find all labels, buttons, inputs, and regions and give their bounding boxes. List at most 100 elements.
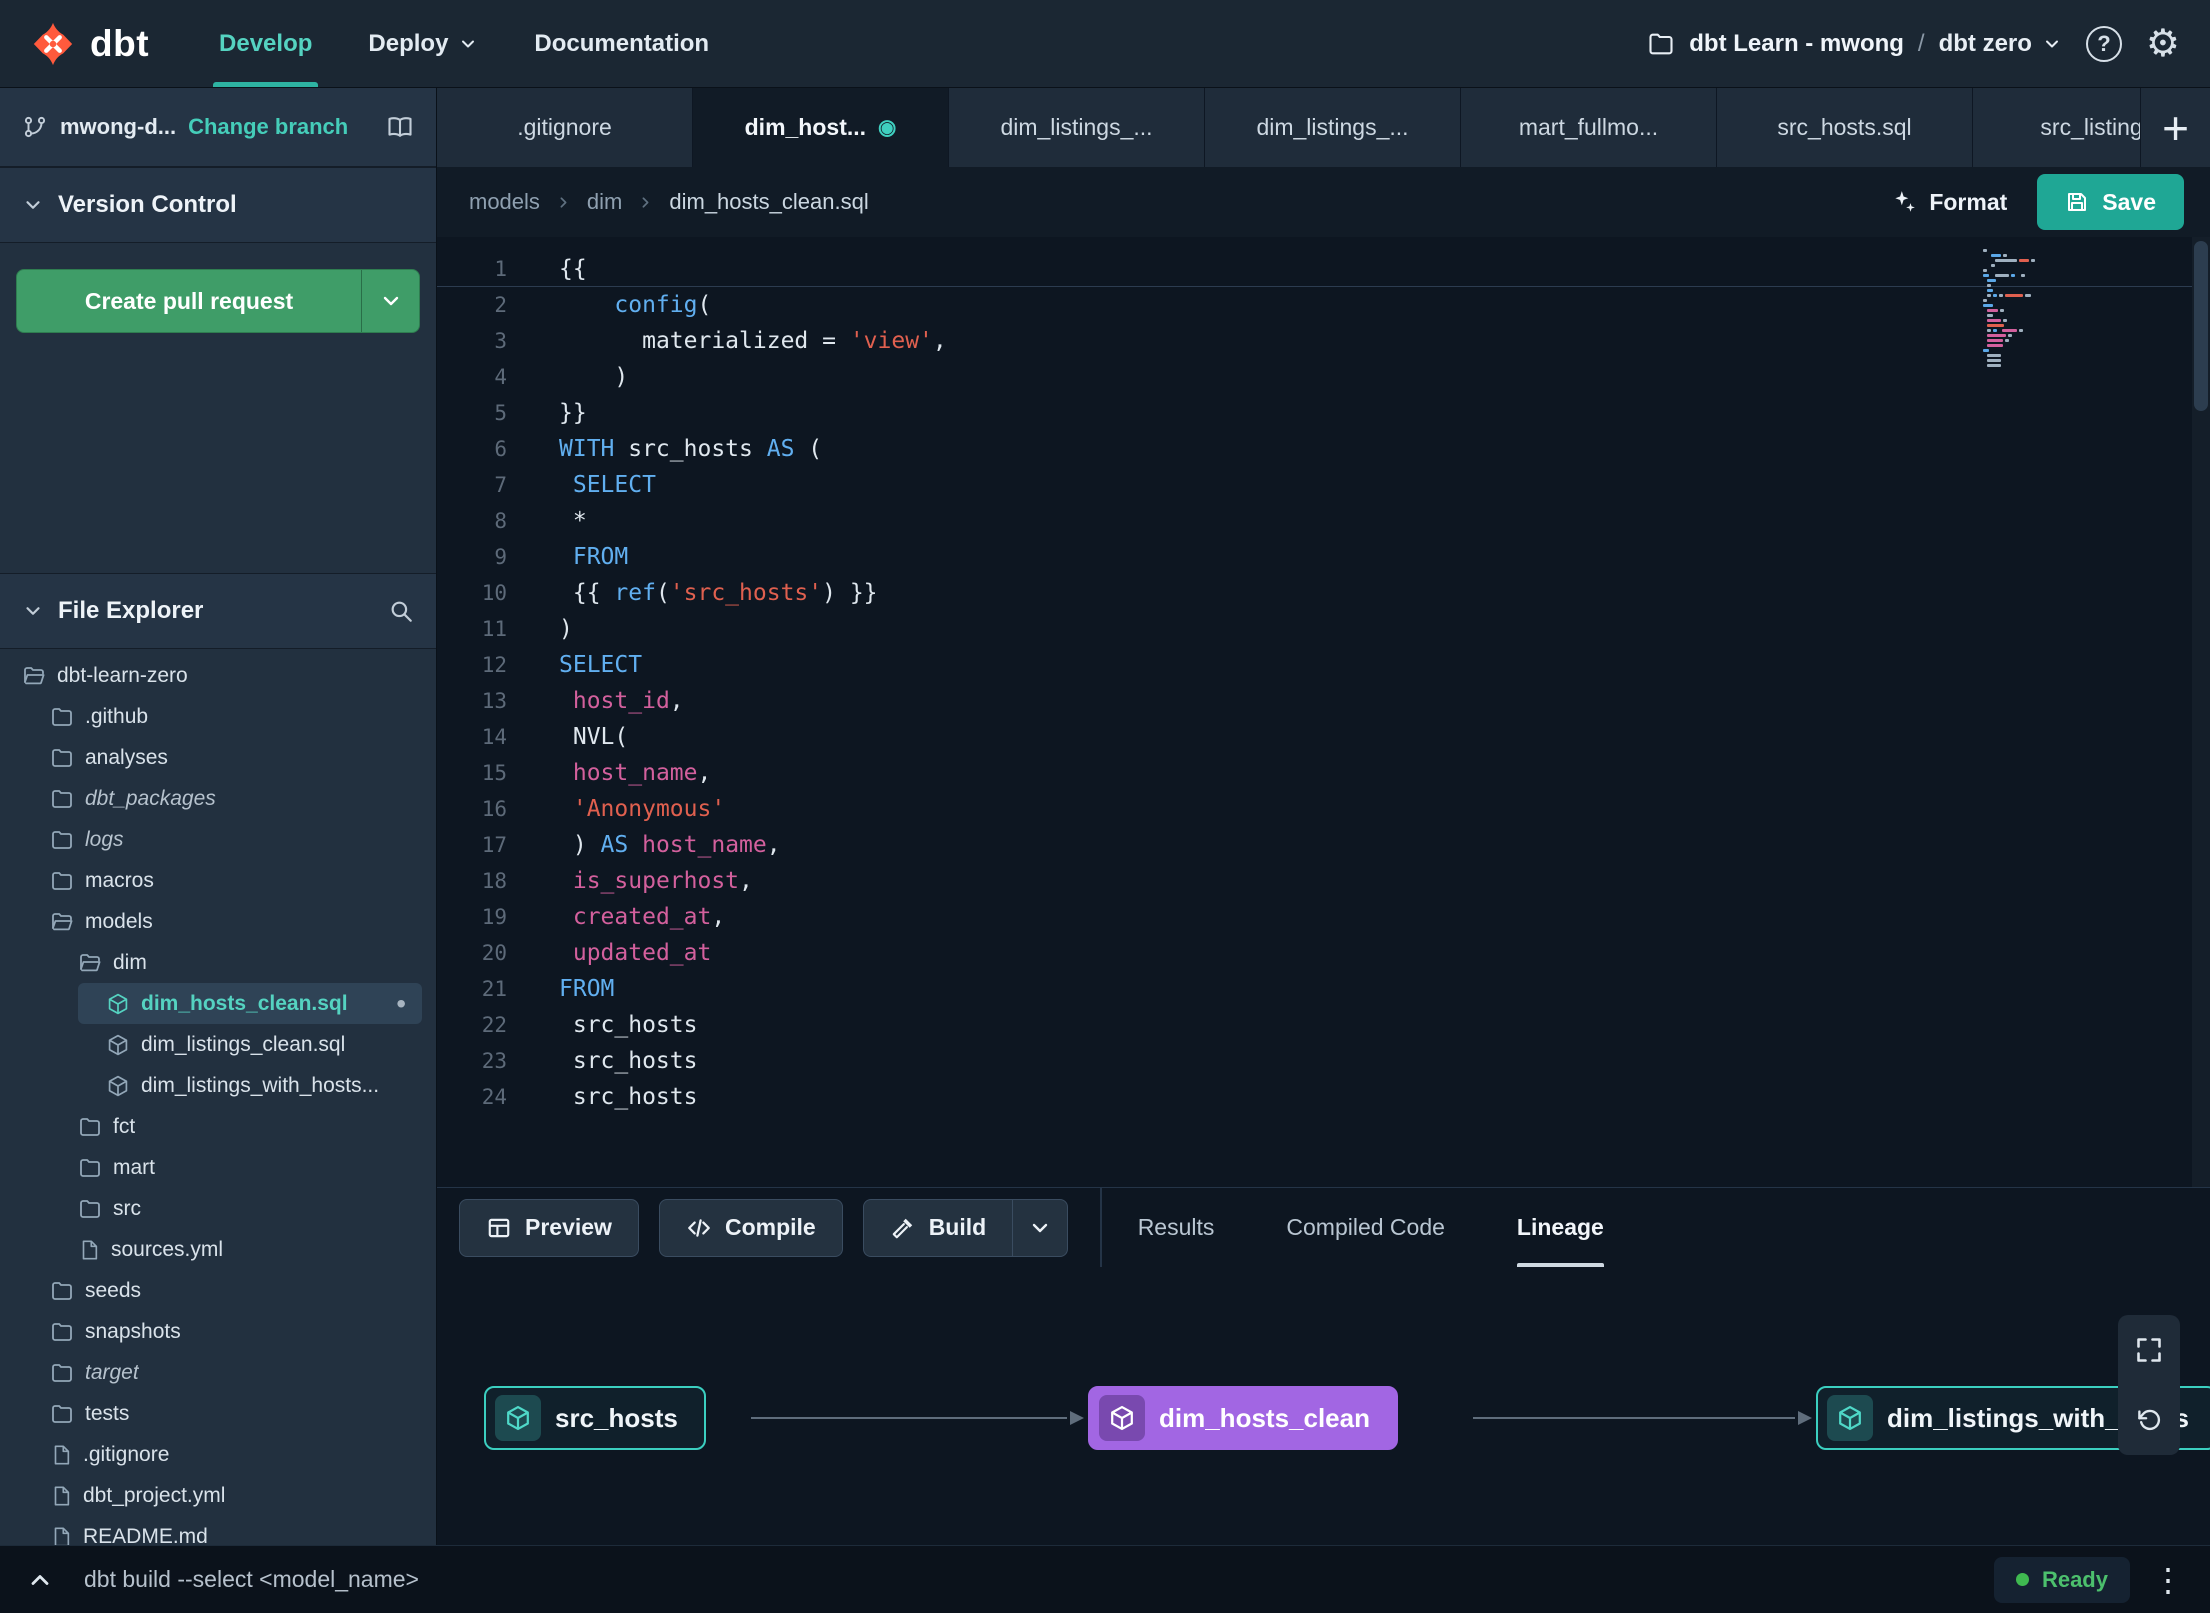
file-tree-item[interactable]: dbt_packages (0, 778, 436, 819)
build-button[interactable]: Build (862, 1198, 1013, 1257)
reset-view-icon[interactable] (2118, 1389, 2180, 1451)
logo-text: dbt (90, 22, 150, 64)
project-name[interactable]: dbt zero (1939, 30, 2062, 58)
code-line[interactable]: 19 created_at, (437, 899, 2210, 935)
project-selector[interactable]: dbt Learn - mwong / dbt zero (1647, 30, 2062, 58)
code-line[interactable]: 20 updated_at (437, 935, 2210, 971)
help-icon[interactable]: ? (2085, 25, 2122, 62)
file-tree-item[interactable]: seeds (0, 1270, 436, 1311)
nav-deploy[interactable]: Deploy (368, 0, 478, 87)
editor-tab[interactable]: src_hosts.sql (1717, 88, 1973, 167)
main-nav: Develop Deploy Documentation (213, 0, 709, 87)
compile-button[interactable]: Compile (658, 1198, 843, 1257)
new-tab-button[interactable]: + (2140, 88, 2210, 167)
lineage-node-src-hosts[interactable]: src_hosts (484, 1386, 706, 1450)
tab-results[interactable]: Results (1138, 1188, 1215, 1267)
code-line[interactable]: 24 src_hosts (437, 1079, 2210, 1115)
file-icon (50, 1526, 72, 1545)
file-explorer-header[interactable]: File Explorer (0, 573, 436, 649)
save-button[interactable]: Save (2037, 174, 2184, 230)
breadcrumb-models[interactable]: models (469, 189, 540, 215)
editor-scrollbar[interactable] (2192, 237, 2210, 1187)
file-tree-item[interactable]: dim_listings_clean.sql (0, 1024, 436, 1065)
minimap[interactable] (1983, 249, 2043, 369)
nav-develop[interactable]: Develop (213, 0, 319, 87)
file-tree-item[interactable]: models (0, 901, 436, 942)
editor-tab[interactable]: mart_fullmo... (1461, 88, 1717, 167)
sparkles-icon (1891, 189, 1917, 215)
code-line[interactable]: 18 is_superhost, (437, 863, 2210, 899)
change-branch-link[interactable]: Change branch (188, 114, 348, 140)
tab-compiled-code[interactable]: Compiled Code (1286, 1188, 1445, 1267)
code-line[interactable]: 5}} (437, 395, 2210, 431)
book-icon[interactable] (386, 113, 414, 141)
chevron-up-icon[interactable] (26, 1566, 54, 1594)
code-line[interactable]: 3 materialized = 'view', (437, 323, 2210, 359)
file-tree-item[interactable]: analyses (0, 737, 436, 778)
file-tree-item[interactable]: dim_hosts_clean.sql • (78, 983, 422, 1024)
code-line[interactable]: 16 'Anonymous' (437, 791, 2210, 827)
file-tree-item[interactable]: dbt-learn-zero (0, 655, 436, 696)
code-line[interactable]: 17 ) AS host_name, (437, 827, 2210, 863)
file-tree-item[interactable]: mart (0, 1147, 436, 1188)
breadcrumb-dim[interactable]: dim (587, 189, 622, 215)
file-tree-item[interactable]: sources.yml (0, 1229, 436, 1270)
save-icon (2065, 190, 2089, 214)
tab-label: dim_listings_... (1256, 114, 1409, 140)
file-tree-item[interactable]: dim (0, 942, 436, 983)
create-pr-button[interactable]: Create pull request (17, 270, 361, 332)
editor-tab[interactable]: dim_host... ◉ (693, 88, 949, 167)
file-tree-item[interactable]: target (0, 1352, 436, 1393)
editor-tab[interactable]: dim_listings_... (949, 88, 1205, 167)
file-tree-item[interactable]: README.md (0, 1516, 436, 1545)
file-tree-item[interactable]: fct (0, 1106, 436, 1147)
file-tree-item[interactable]: snapshots (0, 1311, 436, 1352)
code-line[interactable]: 14 NVL( (437, 719, 2210, 755)
code-line[interactable]: 7 SELECT (437, 467, 2210, 503)
fullscreen-icon[interactable] (2118, 1319, 2180, 1381)
file-tree-item[interactable]: tests (0, 1393, 436, 1434)
build-options-button[interactable] (1012, 1198, 1069, 1257)
tab-lineage[interactable]: Lineage (1516, 1188, 1604, 1267)
code-line[interactable]: 8 * (437, 503, 2210, 539)
code-line[interactable]: 4 ) (437, 359, 2210, 395)
code-line[interactable]: 6 WITH src_hosts AS ( (437, 431, 2210, 467)
code-line[interactable]: 21 FROM (437, 971, 2210, 1007)
kebab-menu-icon[interactable]: ⋮ (2152, 1564, 2184, 1596)
file-tree-item[interactable]: dim_listings_with_hosts... (0, 1065, 436, 1106)
lineage-node-dim-hosts-clean[interactable]: dim_hosts_clean (1088, 1386, 1398, 1450)
file-tree-item[interactable]: src (0, 1188, 436, 1229)
code-line[interactable]: 10 {{ ref('src_hosts') }} (437, 575, 2210, 611)
code-line[interactable]: 13 host_id, (437, 683, 2210, 719)
code-line[interactable]: 11) (437, 611, 2210, 647)
file-tree-item[interactable]: logs (0, 819, 436, 860)
git-branch-icon (22, 114, 48, 140)
preview-button[interactable]: Preview (459, 1198, 639, 1257)
editor-tab[interactable]: dim_listings_... (1205, 88, 1461, 167)
file-tree-item[interactable]: .gitignore (0, 1434, 436, 1475)
gear-icon[interactable]: ⚙ (2146, 25, 2180, 63)
command-input[interactable]: dbt build --select <model_name> (84, 1566, 419, 1593)
file-name: dbt_project.yml (83, 1483, 226, 1507)
search-icon[interactable] (388, 598, 414, 624)
line-number: 3 (494, 329, 507, 353)
code-line[interactable]: 22 src_hosts (437, 1007, 2210, 1043)
version-control-header[interactable]: Version Control (0, 167, 436, 243)
file-tree-item[interactable]: dbt_project.yml (0, 1475, 436, 1516)
code-line[interactable]: 2 config( (437, 287, 2210, 323)
file-tree-item[interactable]: .github (0, 696, 436, 737)
create-pr-options-button[interactable] (361, 270, 419, 332)
code-line[interactable]: 23 src_hosts (437, 1043, 2210, 1079)
file-tree-item[interactable]: macros (0, 860, 436, 901)
code-editor[interactable]: 1{{2 config(3 materialized = 'view', 4 ) 5… (437, 237, 2210, 1187)
code-line[interactable]: 9 FROM (437, 539, 2210, 575)
code-line[interactable]: 1{{ (437, 251, 2210, 287)
lineage-panel[interactable]: src_hosts dim_hosts_clean dim_listings_w… (437, 1267, 2210, 1545)
format-button[interactable]: Format (1891, 189, 2007, 216)
editor-tab[interactable]: .gitignore (437, 88, 693, 167)
modified-dot-icon: • (396, 987, 406, 1019)
chevron-down-icon (2042, 34, 2062, 54)
code-line[interactable]: 12 SELECT (437, 647, 2210, 683)
nav-documentation[interactable]: Documentation (534, 0, 709, 87)
code-line[interactable]: 15 host_name, (437, 755, 2210, 791)
